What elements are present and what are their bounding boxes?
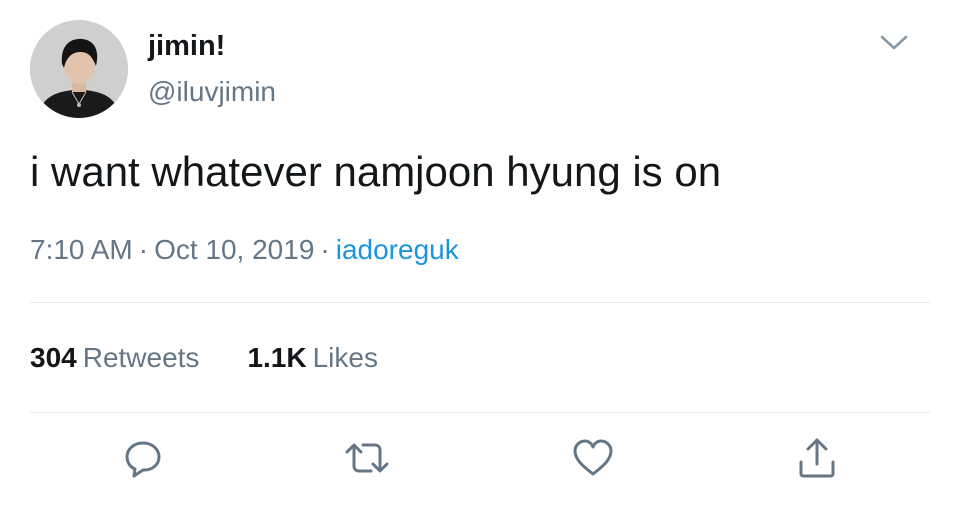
user-handle[interactable]: @iluvjimin (148, 74, 276, 110)
chevron-down-icon[interactable] (876, 28, 912, 56)
retweets-stat[interactable]: 304 Retweets (30, 340, 199, 376)
reply-button[interactable] (119, 434, 167, 482)
tweet-time[interactable]: 7:10 AM (30, 234, 133, 265)
tweet-text: i want whatever namjoon hyung is on (30, 148, 722, 195)
likes-stat[interactable]: 1.1K Likes (247, 340, 378, 376)
avatar[interactable] (30, 20, 128, 118)
divider (30, 412, 930, 413)
divider (30, 302, 930, 303)
tweet-meta: 7:10 AM · Oct 10, 2019 · iadoreguk (30, 232, 459, 268)
tweet-date[interactable]: Oct 10, 2019 (154, 234, 314, 265)
tweet-source-link[interactable]: iadoreguk (336, 234, 459, 265)
meta-separator: · (138, 234, 149, 265)
retweet-button[interactable] (343, 434, 391, 482)
tweet-card: jimin! @iluvjimin i want whatever namjoo… (0, 0, 960, 510)
share-button[interactable] (793, 434, 841, 482)
share-icon (799, 438, 835, 478)
retweets-label: Retweets (82, 342, 200, 373)
tweet-stats: 304 Retweets 1.1K Likes (30, 340, 378, 376)
meta-separator: · (320, 234, 330, 265)
like-button[interactable] (569, 434, 617, 482)
likes-count: 1.1K (247, 342, 307, 373)
retweets-count: 304 (30, 342, 77, 373)
likes-label: Likes (312, 342, 378, 373)
display-name[interactable]: jimin! (148, 28, 225, 64)
retweet-icon (345, 443, 389, 473)
reply-icon (125, 441, 161, 478)
heart-icon (573, 439, 613, 476)
